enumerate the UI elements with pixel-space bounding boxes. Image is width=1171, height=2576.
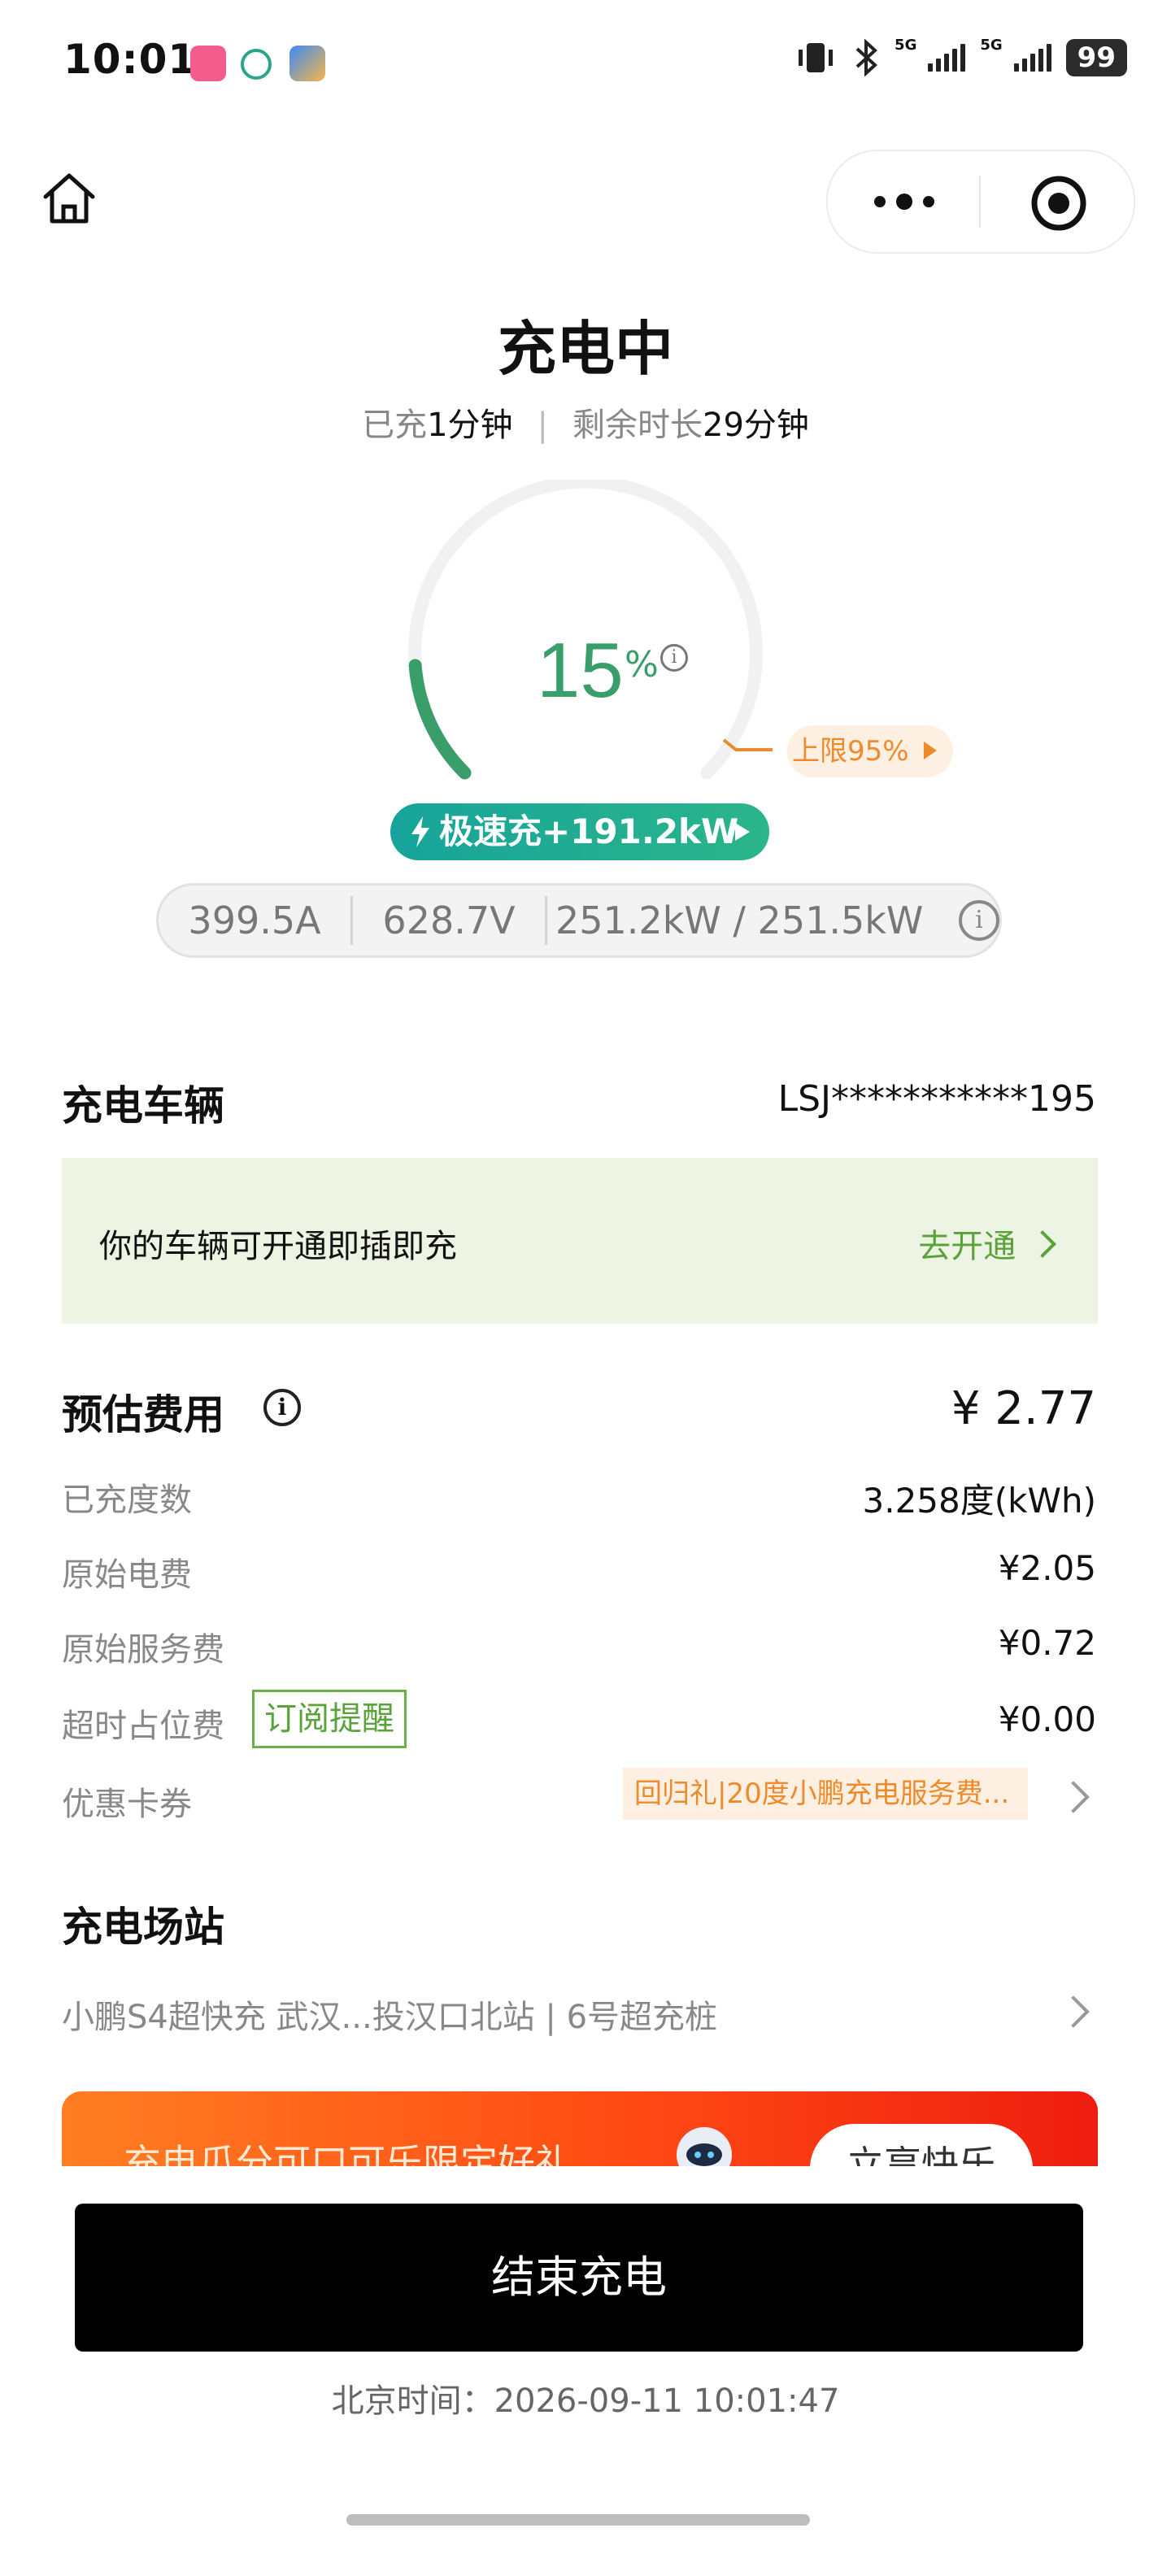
remaining-label: 剩余时长 [572, 407, 703, 444]
fee-value-electricity: ¥2.05 [998, 1548, 1096, 1588]
fee-value-overtime: ¥0.00 [998, 1699, 1096, 1739]
more-icon[interactable] [870, 187, 938, 216]
home-icon[interactable] [39, 169, 99, 229]
current-value: 399.5A [188, 899, 321, 942]
percent-info-icon[interactable]: i [660, 644, 688, 672]
beijing-time-value: 2026-09-11 10:01:47 [494, 2382, 840, 2420]
subscribe-reminder-button[interactable]: 订阅提醒 [252, 1690, 407, 1748]
battery-icon: 99 [1065, 39, 1127, 76]
promo-text: 充电瓜分可口可乐限定好礼 [124, 2141, 572, 2166]
charge-limit-pill[interactable]: 上限95% [787, 725, 953, 777]
play-arrow-icon [735, 823, 750, 841]
remaining-value: 29分钟 [703, 407, 809, 444]
fee-label-service: 原始服务费 [62, 1631, 224, 1669]
divider: | [537, 407, 549, 444]
coupon-value[interactable]: 回归礼|20度小鹏充电服务费... [623, 1768, 1028, 1820]
lightning-icon [411, 816, 429, 847]
bank-app-icon [241, 49, 272, 80]
status-time: 10:01 [63, 36, 198, 83]
signal-icon-2 [1013, 44, 1051, 72]
gauge-progress [408, 659, 472, 780]
activate-link[interactable]: 去开通 [918, 1220, 1056, 1267]
signal-icon-1 [928, 44, 966, 72]
charge-percent: 15 [537, 627, 624, 714]
play-arrow-icon [924, 742, 937, 759]
fee-label-overtime: 超时占位费 [62, 1708, 224, 1745]
fast-charge-badge[interactable]: 极速充+191.2kW [390, 803, 769, 860]
promo-banner[interactable]: 充电瓜分可口可乐限定好礼 立享快乐 [62, 2091, 1098, 2166]
vibrate-icon [799, 43, 834, 72]
charging-metrics: 399.5A 628.7V 251.2kW / 251.5kW i [156, 883, 1002, 958]
voltage-value: 628.7V [382, 899, 516, 942]
fees-total: ¥ 2.77 [951, 1382, 1096, 1435]
power-value: 251.2kW / 251.5kW [555, 899, 924, 942]
vehicle-vin: LSJ***********195 [777, 1078, 1096, 1120]
fast-charge-label: 极速充+191.2kW [439, 812, 739, 851]
bilibili-app-icon [190, 46, 226, 81]
chevron-right-icon[interactable] [1057, 1995, 1090, 2028]
vehicle-section-title: 充电车辆 [62, 1082, 224, 1129]
fee-label-energy: 已充度数 [62, 1482, 192, 1519]
charged-label: 已充 [362, 407, 428, 444]
fee-label-electricity: 原始电费 [62, 1556, 192, 1594]
charge-time-summary: 已充1分钟 | 剩余时长29分钟 [0, 398, 1171, 446]
fee-value-service: ¥0.72 [998, 1623, 1096, 1663]
cloud-app-icon [289, 46, 325, 81]
end-charging-button[interactable]: 结束充电 [75, 2204, 1083, 2352]
activate-label: 去开通 [918, 1228, 1016, 1265]
home-indicator[interactable] [346, 2514, 810, 2526]
network-type-2: 5G [980, 36, 1003, 54]
robot-mascot-icon [677, 2127, 732, 2166]
fees-section-title: 预估费用 [62, 1391, 224, 1438]
chevron-right-icon [1029, 1230, 1056, 1258]
bluetooth-icon [855, 39, 878, 76]
plug-and-charge-banner[interactable]: 你的车辆可开通即插即充 去开通 [62, 1158, 1098, 1324]
station-name[interactable]: 小鹏S4超快充 武汉...投汉口北站 | 6号超充桩 [62, 1991, 717, 2038]
fees-info-icon[interactable]: i [263, 1389, 301, 1426]
status-icons: 5G 5G 99 [794, 36, 1127, 76]
network-type-1: 5G [895, 36, 917, 54]
coupon-label: 优惠卡券 [62, 1786, 192, 1823]
percent-sign: % [625, 644, 659, 685]
beijing-time-label: 北京时间： [331, 2382, 494, 2420]
station-section-title: 充电场站 [62, 1904, 224, 1951]
charged-value: 1分钟 [427, 407, 513, 444]
capsule-divider [979, 176, 981, 228]
promo-button[interactable]: 立享快乐 [810, 2124, 1033, 2166]
chevron-right-icon[interactable] [1057, 1781, 1090, 1813]
close-miniprogram-icon[interactable] [1030, 174, 1088, 233]
metrics-info-icon[interactable]: i [959, 900, 999, 941]
miniprogram-capsule [826, 150, 1135, 254]
fee-value-energy: 3.258度(kWh) [862, 1481, 1096, 1521]
plug-and-charge-notice: 你的车辆可开通即插即充 [99, 1228, 457, 1265]
beijing-time: 北京时间：2026-09-11 10:01:47 [0, 2374, 1171, 2422]
charge-limit-label: 上限95% [792, 735, 909, 768]
page-title: 充电中 [497, 315, 673, 383]
